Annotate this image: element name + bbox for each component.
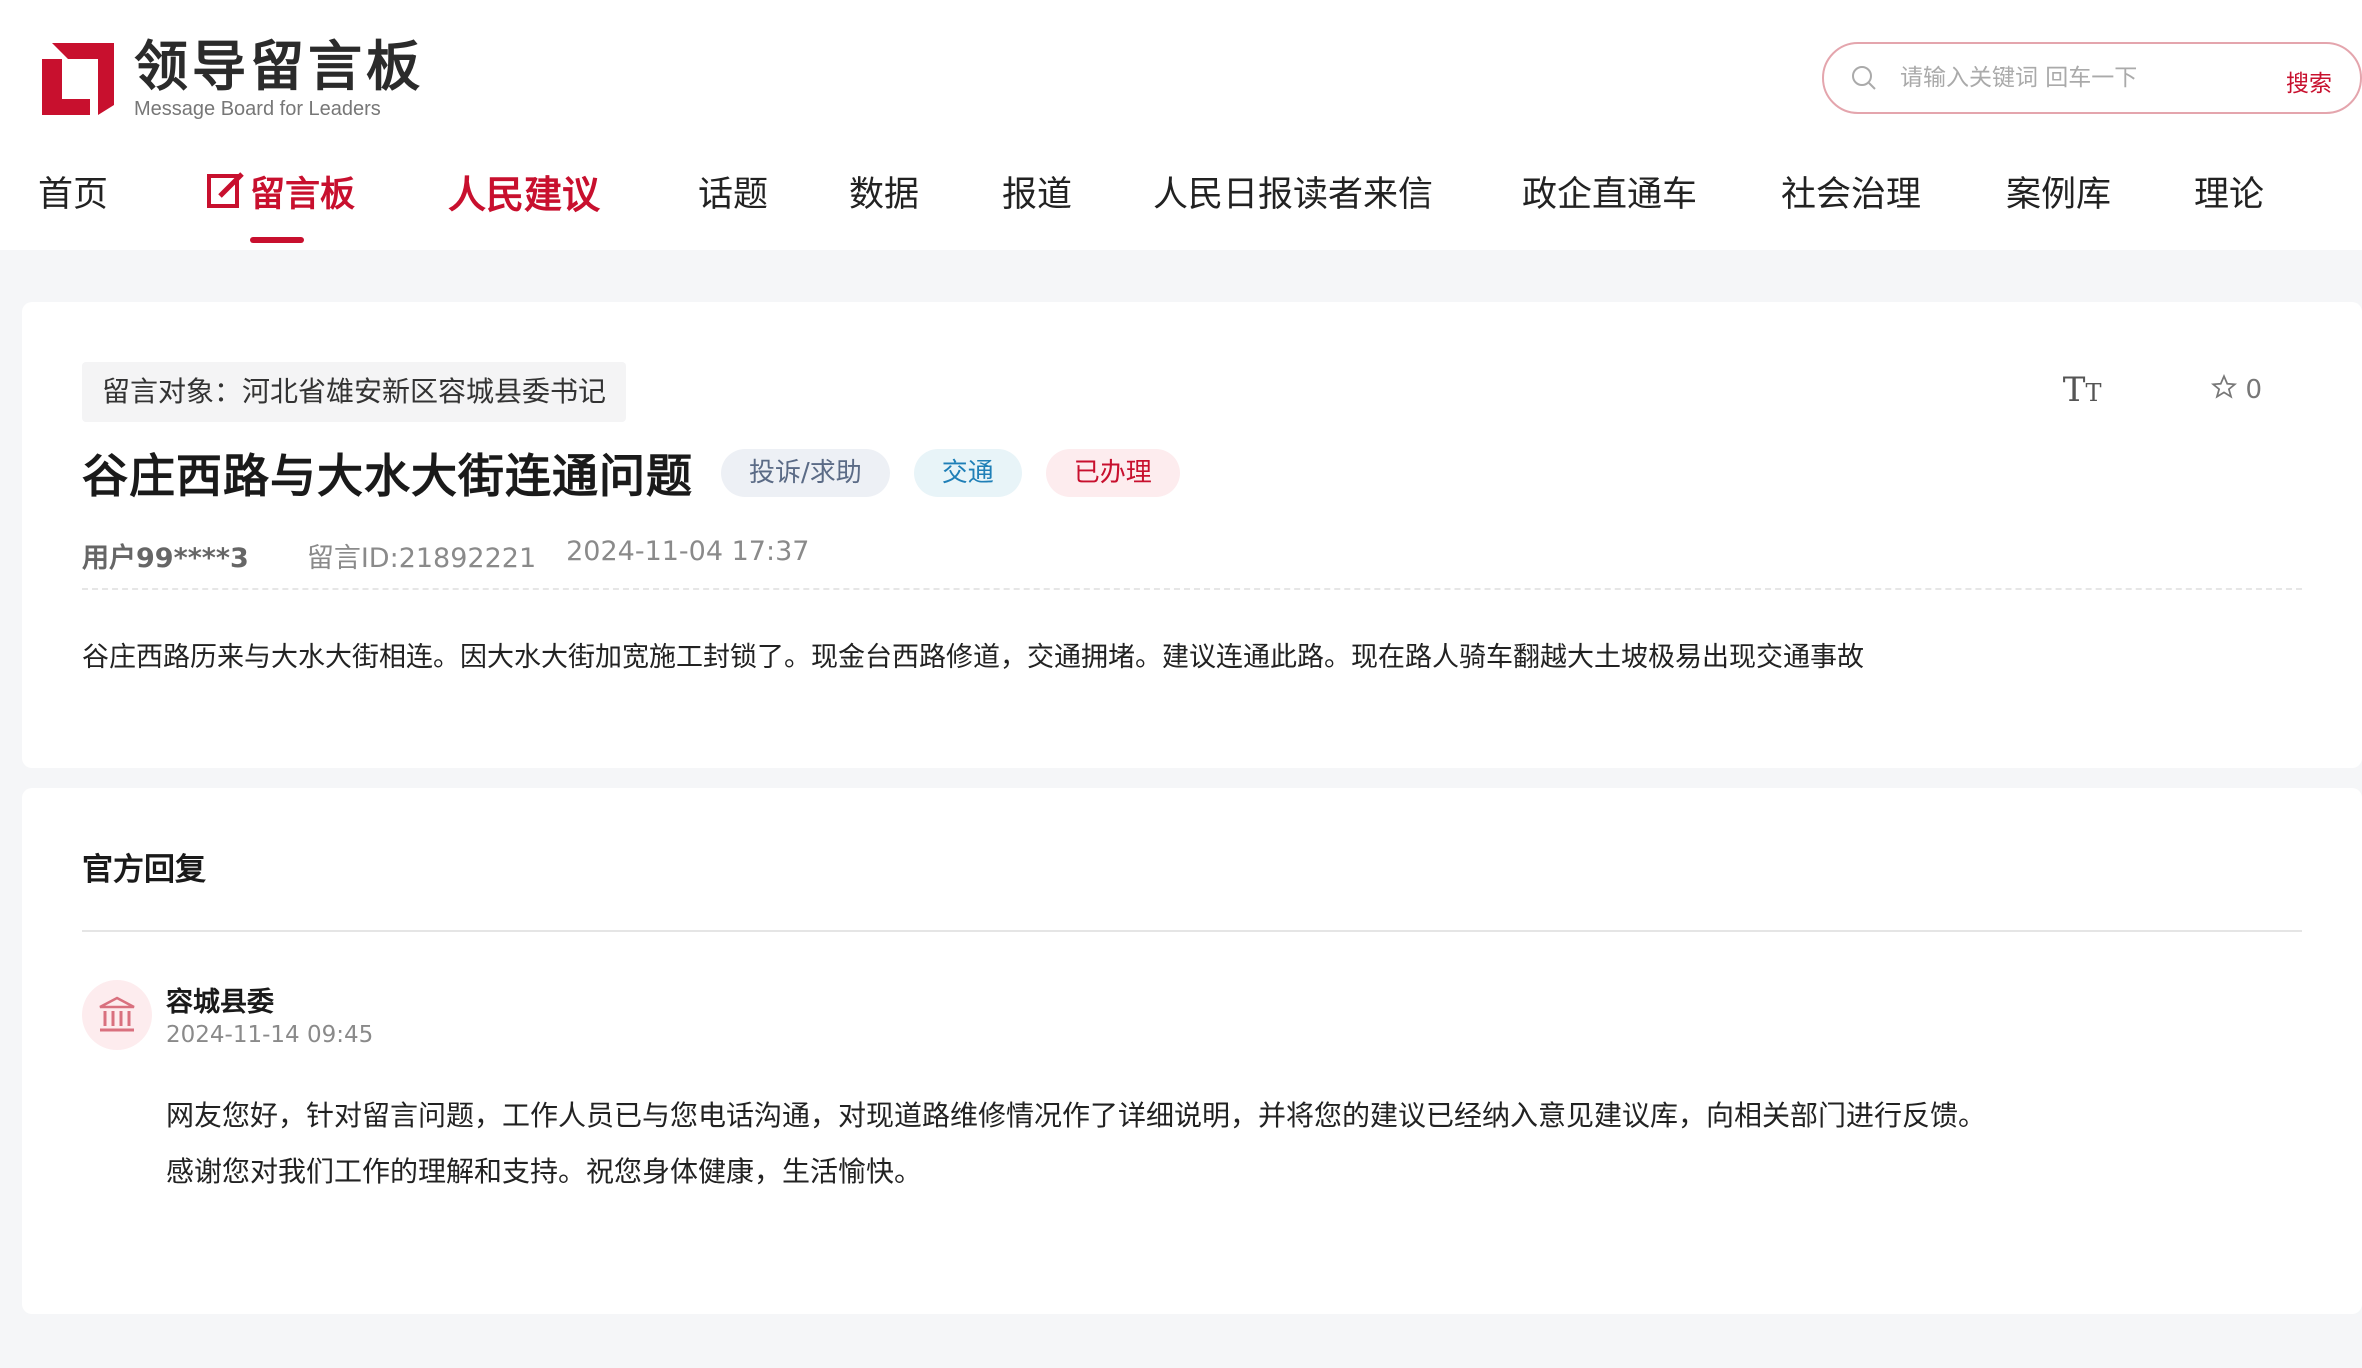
nav-item-people-suggestion[interactable]: 人民建议 [448, 160, 600, 230]
divider [82, 930, 2302, 932]
site-header: 领导留言板 Message Board for Leaders 搜索 首页 留言… [0, 0, 2362, 250]
nav-item-gov-business[interactable]: 政企直通车 [1522, 160, 1697, 230]
search-box: 搜索 [1822, 42, 2362, 114]
message-id: 留言ID:21892221 [306, 543, 537, 574]
nav-item-social-governance[interactable]: 社会治理 [1781, 160, 1921, 230]
message-content: 谷庄西路历来与大水大街相连。因大水大街加宽施工封锁了。现金台西路修道，交通拥堵。… [82, 642, 1864, 673]
reply-line: 网友您好，针对留言问题，工作人员已与您电话沟通，对现道路维修情况作了详细说明，并… [166, 1099, 1987, 1132]
nav-active-indicator [250, 237, 304, 243]
reply-line: 感谢您对我们工作的理解和支持。祝您身体健康，生活愉快。 [166, 1155, 923, 1188]
search-button[interactable]: 搜索 [2286, 64, 2332, 98]
nav-item-reports[interactable]: 报道 [1002, 160, 1072, 230]
nav-item-message-board-label: 留言板 [250, 175, 356, 215]
nav-item-topics[interactable]: 话题 [698, 160, 768, 230]
edit-icon [206, 164, 246, 234]
logo-mark-icon [38, 39, 118, 119]
nav-item-case-library[interactable]: 案例库 [2006, 160, 2111, 230]
search-input[interactable] [1900, 65, 2250, 91]
message-tools: TT 0 [2063, 370, 2262, 410]
reply-org: 容城县委 [166, 987, 274, 1018]
government-building-icon [82, 980, 152, 1050]
nav-item-theory[interactable]: 理论 [2194, 160, 2264, 230]
search-icon [1848, 62, 1880, 94]
reply-time: 2024-11-14 09:45 [166, 1022, 374, 1048]
status-badge: 已办理 [1045, 449, 1180, 497]
star-icon [2211, 373, 2238, 407]
official-reply-card: 官方回复 容城县委 2024-11-14 09:45 网友您好，针对留言问题，工… [22, 788, 2362, 1314]
nav-item-home[interactable]: 首页 [38, 160, 108, 230]
category-badge: 投诉/求助 [721, 449, 890, 497]
nav-item-readers-letters[interactable]: 人民日报读者来信 [1153, 160, 1433, 230]
message-time: 2024-11-04 17:37 [566, 536, 810, 567]
nav-item-data[interactable]: 数据 [849, 160, 919, 230]
message-meta: 用户99****3 留言ID:21892221 2024-11-04 17:37 [82, 536, 809, 575]
reply-content: 网友您好，针对留言问题，工作人员已与您电话沟通，对现道路维修情况作了详细说明，并… [166, 1088, 1986, 1200]
favorite-button[interactable]: 0 [2211, 373, 2262, 407]
message-card: 留言对象：河北省雄安新区容城县委书记 TT 0 谷庄西路与大水大街连通问题 投诉… [22, 302, 2362, 768]
divider [82, 588, 2302, 590]
logo-title: 领导留言板 [134, 35, 424, 98]
main-nav: 首页 留言板 人民建议 话题 数据 报道 人民日报读者来信 政企直通车 社会治理… [0, 160, 2362, 243]
message-user: 用户99****3 [82, 543, 249, 574]
nav-item-message-board[interactable]: 留言板 [206, 160, 355, 234]
logo-subtitle: Message Board for Leaders [134, 98, 381, 120]
favorite-count: 0 [2245, 375, 2262, 405]
reply-heading: 官方回复 [82, 852, 206, 888]
message-target: 留言对象：河北省雄安新区容城县委书记 [82, 362, 627, 422]
message-title: 谷庄西路与大水大街连通问题 [82, 449, 693, 503]
domain-badge: 交通 [913, 449, 1022, 497]
site-logo[interactable]: 领导留言板 Message Board for Leaders [38, 36, 424, 122]
text-size-icon[interactable]: TT [2063, 370, 2102, 410]
